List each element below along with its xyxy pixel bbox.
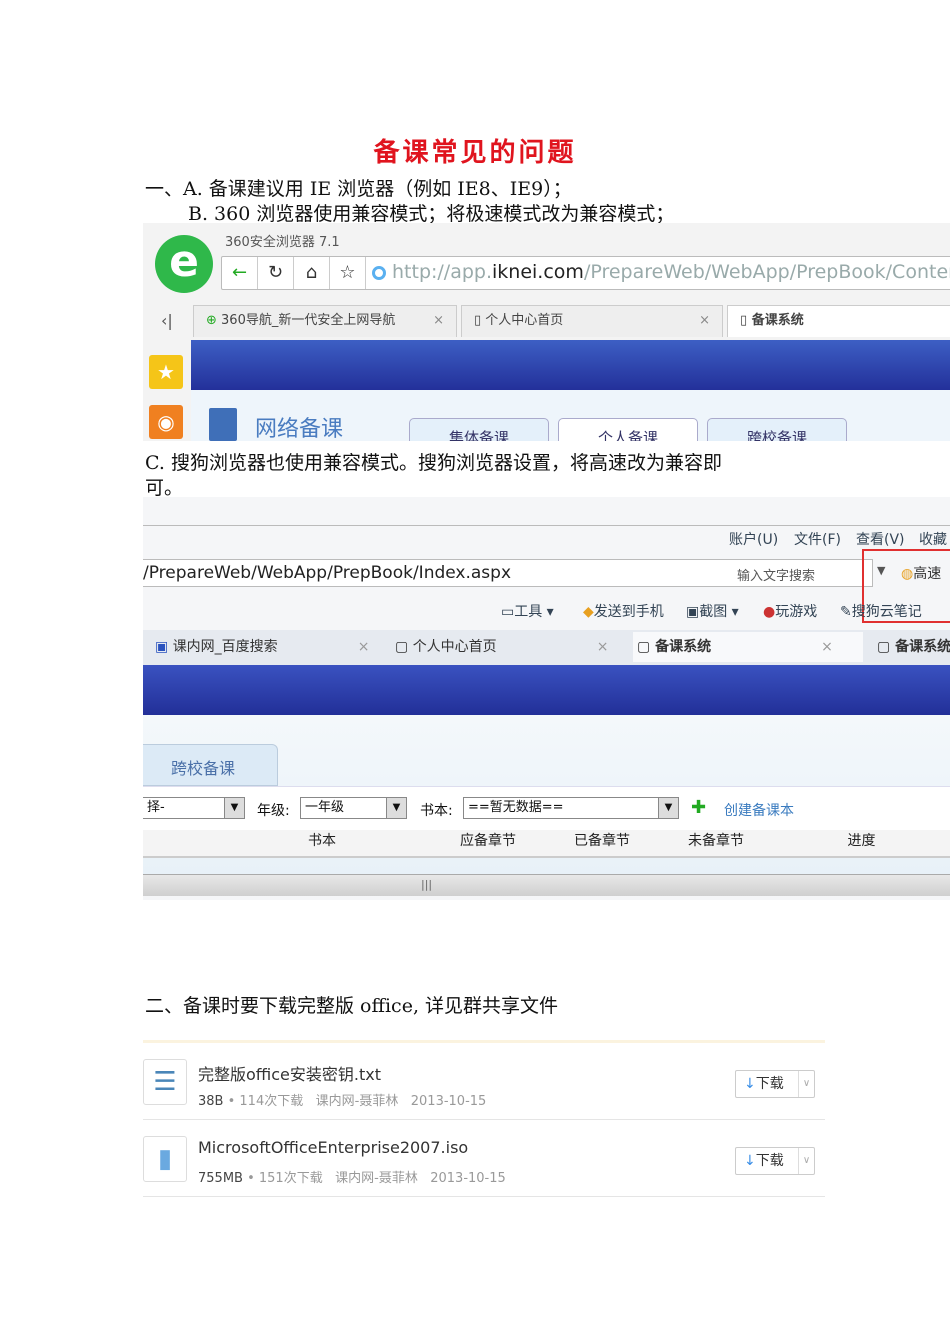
tip-b: B. 360 浏览器使用兼容模式；将极速模式改为兼容模式； [188,203,675,225]
browser-title: 360安全浏览器 7.1 [225,235,340,250]
col-done: 已备章节 [574,833,630,849]
weibo-icon[interactable]: ◉ [149,405,183,439]
tool-cloud-note[interactable]: ✎搜狗云笔记 [840,601,922,621]
file-meta: 38B • 114次下载 课内网-聂菲林 2013-10-15 [198,1094,487,1109]
file-meta: 755MB • 151次下载 课内网-聂菲林 2013-10-15 [198,1171,506,1186]
tab-prep-system-2[interactable]: ▢ 备课系统 [877,632,950,662]
tip-c-cont: 可。 [145,477,184,499]
url-text: /PrepareWeb/WebApp/PrepBook/Index.aspx [143,563,512,583]
360-logo-icon: e [155,235,213,293]
tab-scroll-icon[interactable]: ‹| [161,311,173,330]
download-button[interactable]: ↓下载 ∨ [735,1147,815,1175]
menu-account[interactable]: 账户(U) [729,529,778,549]
tool-tools[interactable]: ▭工具 ▾ [501,601,554,621]
site-name: 网络备课 [255,417,344,441]
nav-personal-prep[interactable]: 个人备课 [558,418,698,441]
book-label: 书本: [420,803,453,819]
file-name[interactable]: 完整版office安装密钥.txt [198,1061,381,1085]
add-icon[interactable]: ✚ [691,797,706,818]
section2-heading: 二、备课时要下载完整版 office, 详见群共享文件 [145,995,559,1017]
tool-screenshot[interactable]: ▣截图 ▾ [686,601,739,621]
tool-send-phone[interactable]: ◆发送到手机 [583,601,664,621]
tab-personal-center[interactable]: ▯ 个人中心首页 × [461,305,723,337]
grade-select[interactable]: 一年级 ▼ [300,797,407,819]
screenshot-360-browser: e 360安全浏览器 7.1 ← ↻ ⌂ ☆ http://app.iknei.… [143,223,950,441]
menu-view[interactable]: 查看(V) [856,529,905,549]
site-banner [191,340,950,390]
create-prep-book-link[interactable]: 创建备课本 [724,800,794,820]
nav-cross-school-prep[interactable]: 跨校备课 [143,744,278,786]
nav-cross-school-prep[interactable]: 跨校备课 [707,418,847,441]
screenshot-sogou-browser: 账户(U) 文件(F) 查看(V) 收藏 /PrepareWeb/WebApp/… [143,497,950,900]
site-logo-icon [209,408,237,441]
col-progress: 进度 [847,833,876,849]
col-pending: 未备章节 [688,833,744,849]
col-required: 应备章节 [460,833,516,849]
tip-a: 一、A. 备课建议用 IE 浏览器（例如 IE8、IE9）； [145,178,572,200]
horizontal-scrollbar[interactable]: ||| [143,874,950,896]
file-item[interactable]: ▮ MicrosoftOfficeEnterprise2007.iso 755M… [143,1120,825,1197]
archive-file-icon: ▮ [143,1136,187,1182]
tab-360-nav[interactable]: ⊕ 360导航_新一代安全上网导航 × [193,305,457,337]
download-button[interactable]: ↓下载 ∨ [735,1070,815,1098]
address-bar[interactable]: /PrepareWeb/WebApp/PrepBook/Index.aspx 输… [143,559,885,587]
tip-c: C. 搜狗浏览器也使用兼容模式。搜狗浏览器设置，将高速改为兼容即 [145,452,722,474]
file-item[interactable]: ☰ 完整版office安装密钥.txt 38B • 114次下载 课内网-聂菲林… [143,1043,825,1120]
book-select[interactable]: ==暂无数据== ▼ [463,797,679,819]
url-text[interactable]: http://app.iknei.com/PrepareWeb/WebApp/P… [392,261,950,283]
page-title: 备课常见的问题 [373,138,577,168]
tab-prep-system[interactable]: ▢ 备课系统 × [633,632,863,662]
refresh-icon[interactable]: ↻ [258,257,294,289]
site-banner [143,665,950,715]
filter-select[interactable]: 择- ▼ [143,797,245,819]
tool-games[interactable]: ●玩游戏 [763,601,817,621]
menu-file[interactable]: 文件(F) [794,529,841,549]
grade-label: 年级: [257,803,290,819]
favorites-star-icon[interactable]: ★ [149,355,183,389]
back-icon[interactable]: ← [222,257,258,289]
file-name[interactable]: MicrosoftOfficeEnterprise2007.iso [198,1138,468,1157]
tab-prep-system[interactable]: ▯ 备课系统 [727,305,950,337]
menu-favorites[interactable]: 收藏 [919,529,947,549]
globe-icon [372,266,386,280]
col-book: 书本 [308,833,336,849]
tab-personal-center[interactable]: ▢ 个人中心首页 × [395,632,608,662]
star-icon[interactable]: ☆ [330,257,366,289]
text-file-icon: ☰ [143,1059,187,1105]
nav-group-prep[interactable]: 集体备课 [409,418,549,441]
tab-baidu[interactable]: ▣ 课内网_百度搜索 × [155,632,369,662]
search-input[interactable]: 输入文字搜索 [737,565,815,584]
address-bar[interactable]: ← ↻ ⌂ ☆ http://app.iknei.com/PrepareWeb/… [221,256,950,290]
home-icon[interactable]: ⌂ [294,257,330,289]
